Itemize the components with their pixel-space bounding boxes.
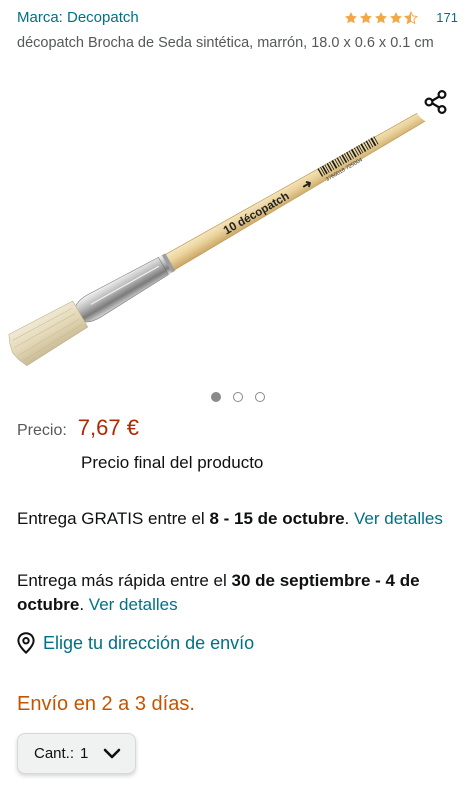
chevron-down-icon: [103, 748, 121, 759]
address-selector[interactable]: Elige tu dirección de envío: [17, 632, 254, 654]
delivery-free-prefix: Entrega GRATIS entre el: [17, 509, 210, 528]
delivery-free: Entrega GRATIS entre el 8 - 15 de octubr…: [17, 507, 462, 531]
carousel-dot-1[interactable]: [210, 392, 221, 402]
handle-brand-print: décopatch: [236, 190, 292, 229]
share-icon: [424, 89, 447, 115]
price-row: Precio: 7,67 €: [17, 415, 139, 441]
price-note: Precio final del producto: [81, 453, 264, 472]
quantity-value: 1: [80, 745, 89, 762]
rating-count[interactable]: 171: [436, 10, 458, 25]
carousel-dot-2[interactable]: [232, 392, 243, 402]
star-half-icon: [404, 10, 419, 24]
star-icon: [375, 11, 388, 23]
product-title: décopatch Brocha de Seda sintética, marr…: [17, 35, 434, 51]
share-button[interactable]: [414, 80, 458, 124]
shipping-time: Envío en 2 a 3 días.: [17, 693, 195, 715]
delivery-free-dates: 8 - 15 de octubre: [209, 509, 345, 528]
delivery-fast-details-link[interactable]: Ver detalles: [89, 595, 178, 614]
price-value: 7,67 €: [77, 415, 139, 440]
quantity-label: Cant.:: [34, 745, 75, 762]
product-image[interactable]: 10 décopatch ➜ 3760018 725004: [0, 76, 475, 381]
carousel-dot-3[interactable]: [254, 392, 265, 402]
brand-link[interactable]: Marca: Decopatch: [17, 9, 139, 26]
delivery-free-details-link[interactable]: Ver detalles: [354, 509, 443, 528]
quantity-selector[interactable]: Cant.: 1: [17, 733, 136, 774]
rating[interactable]: 171: [344, 10, 458, 25]
carousel-indicator: [0, 392, 475, 402]
star-rating: [344, 10, 419, 25]
price-label: Precio:: [17, 422, 67, 439]
star-icon: [360, 11, 373, 23]
brand-rating-row: Marca: Decopatch 171: [17, 9, 458, 29]
delivery-fast: Entrega más rápida entre el 30 de septie…: [17, 569, 462, 617]
star-icon: [390, 11, 403, 23]
delivery-fast-suffix: .: [79, 595, 89, 614]
delivery-fast-prefix: Entrega más rápida entre el: [17, 571, 232, 590]
delivery-free-suffix: .: [344, 509, 354, 528]
star-icon: [345, 11, 358, 23]
address-link[interactable]: Elige tu dirección de envío: [43, 633, 254, 654]
location-pin-icon: [17, 632, 35, 654]
